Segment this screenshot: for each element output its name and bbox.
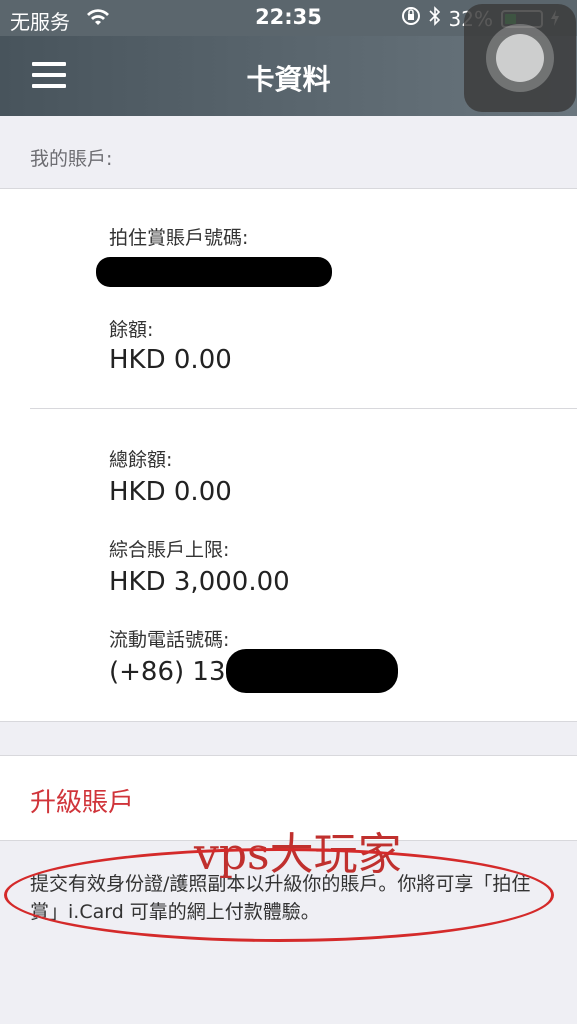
redacted-phone-number [226, 649, 398, 693]
section-header: 我的賬戶: [30, 148, 113, 170]
orientation-lock-icon [401, 6, 421, 31]
divider [30, 408, 577, 409]
total-balance-value: HKD 0.00 [109, 477, 232, 507]
assistive-touch-button[interactable] [464, 4, 576, 112]
phone-label: 流動電話號碼: [109, 629, 230, 651]
limit-label: 綜合賬戶上限: [109, 539, 230, 561]
bluetooth-icon [428, 6, 441, 31]
redacted-account-number [96, 257, 332, 287]
balance-label: 餘額: [109, 319, 154, 341]
limit-value: HKD 3,000.00 [109, 567, 290, 597]
phone-value: (+86) 132 [109, 657, 243, 687]
balance-value: HKD 0.00 [109, 345, 232, 375]
upgrade-account-label: 升級賬戶 [30, 788, 135, 818]
highlight-ellipse [4, 848, 554, 942]
total-balance-label: 總餘額: [109, 449, 173, 471]
account-card: 拍住賞賬戶號碼: 餘額: HKD 0.00 總餘額: HKD 0.00 綜合賬戶… [0, 188, 577, 722]
account-number-label: 拍住賞賬戶號碼: [109, 227, 249, 249]
